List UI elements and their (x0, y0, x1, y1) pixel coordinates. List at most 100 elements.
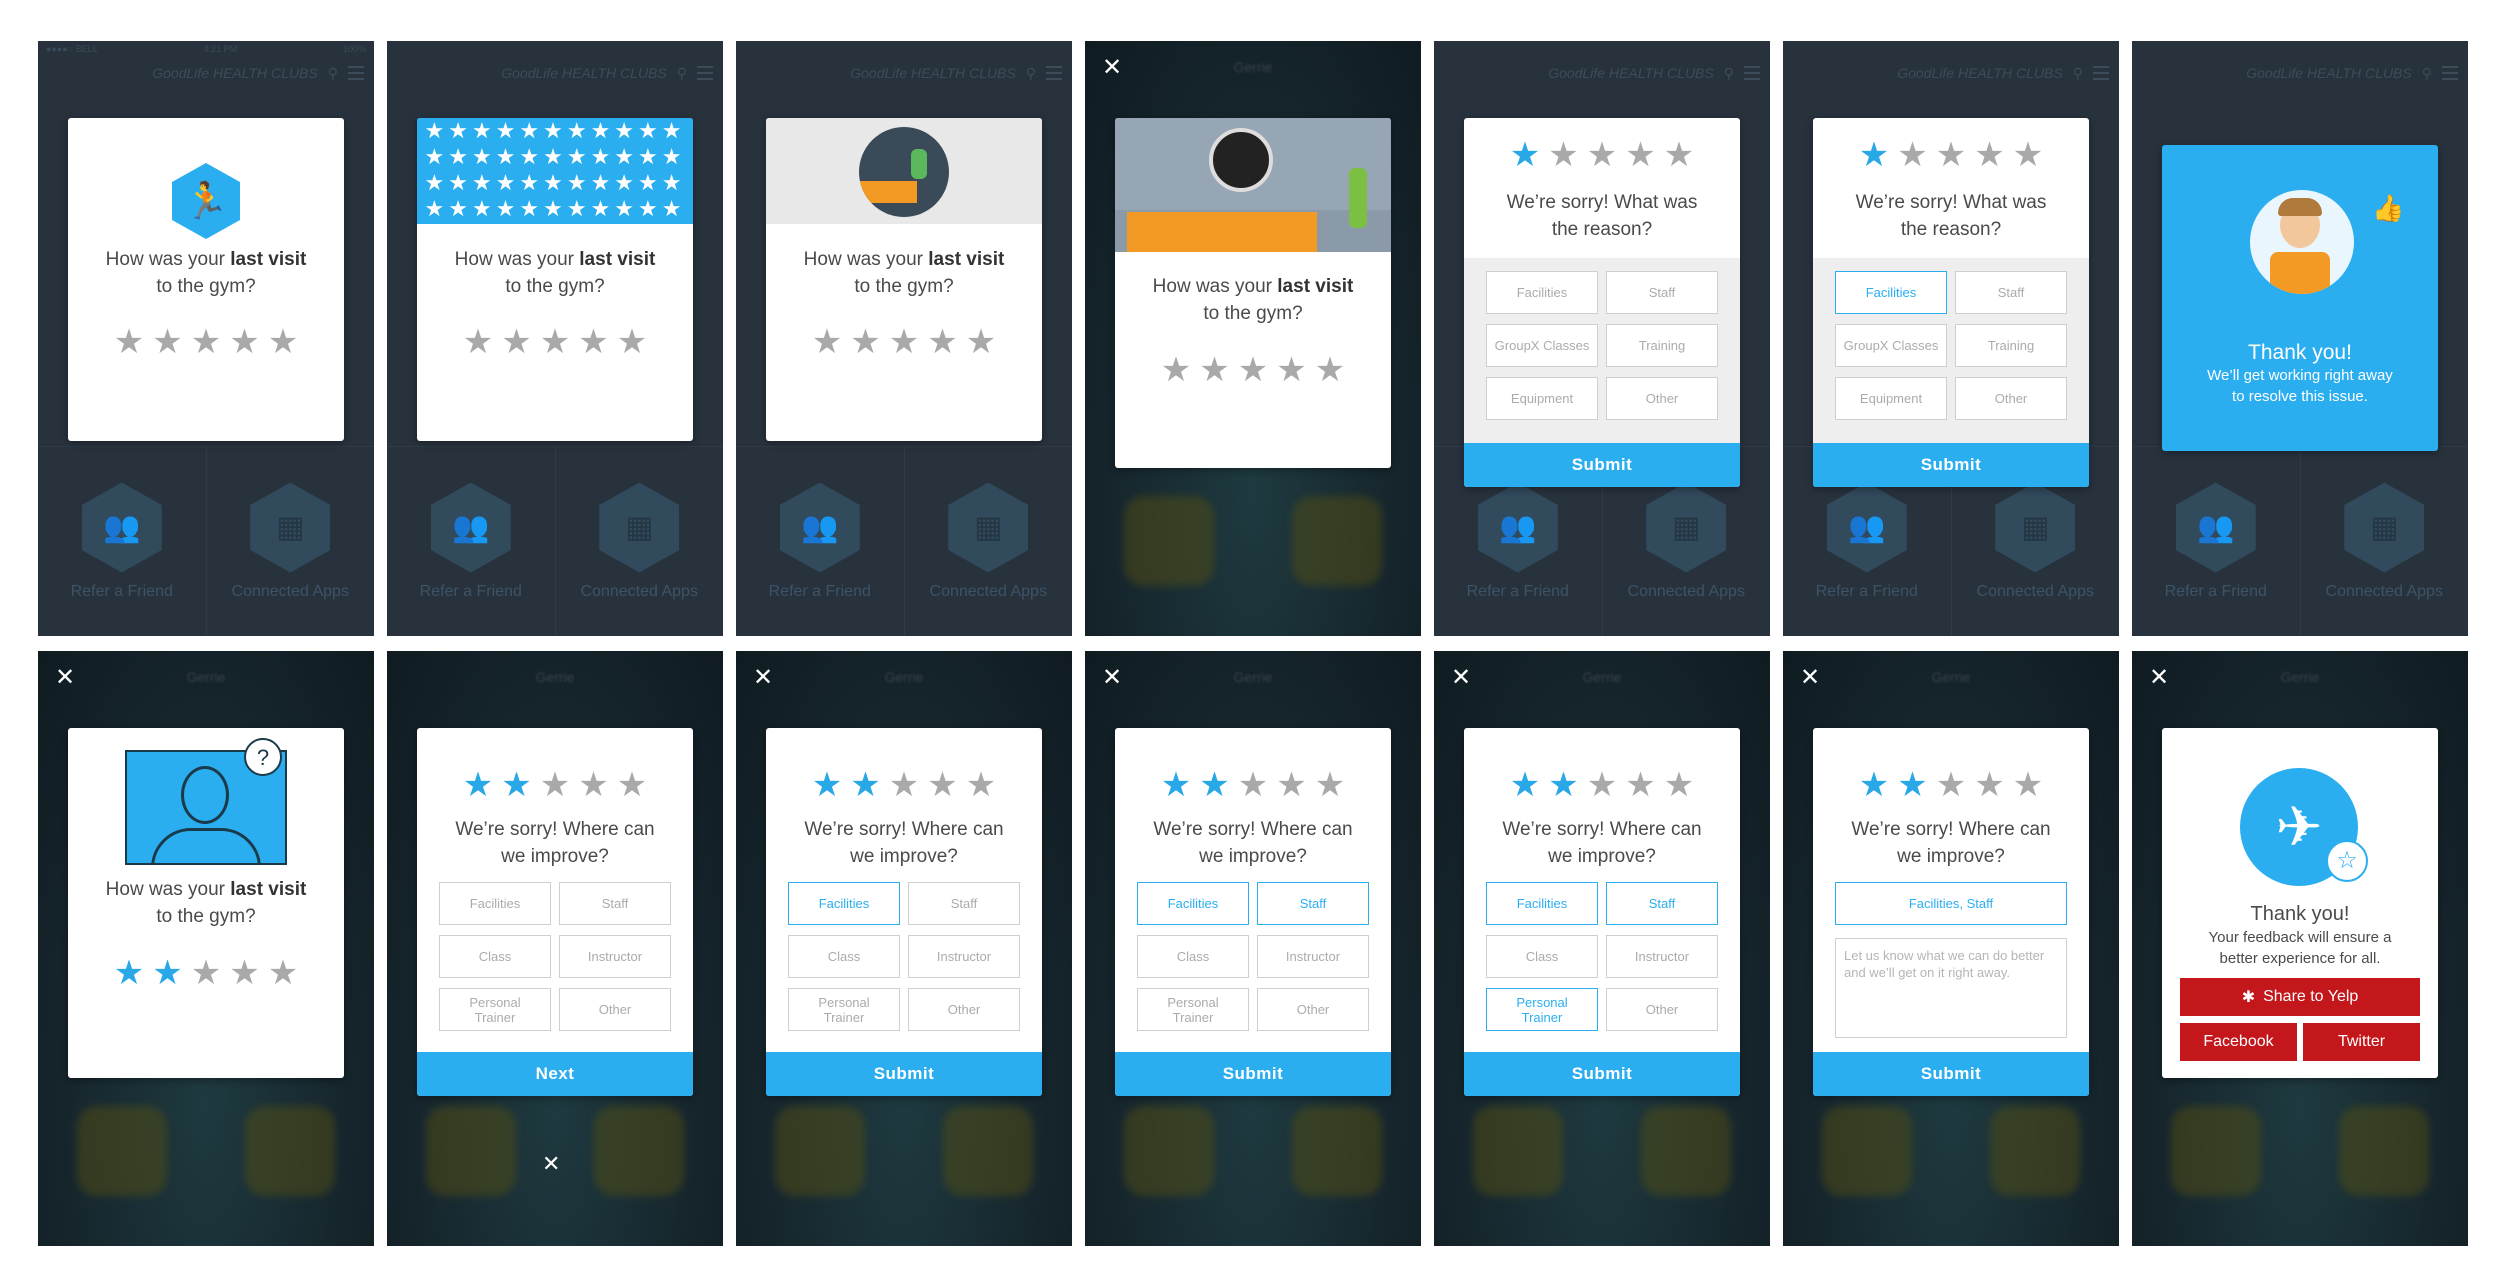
close-icon[interactable]: ✕ (2146, 665, 2172, 691)
star-rating[interactable]: ★ ★ ★ ★ ★ (68, 325, 344, 359)
star-rating[interactable]: ★ ★ ★ ★ ★ (417, 325, 693, 359)
option-facilities[interactable]: Facilities (1835, 271, 1947, 314)
option-class[interactable]: Class (788, 935, 900, 978)
star-icon[interactable]: ★ (1859, 768, 1889, 802)
close-icon[interactable]: ✕ (542, 1151, 560, 1177)
close-icon[interactable]: ✕ (1099, 55, 1125, 81)
option-class[interactable]: Class (439, 935, 551, 978)
star-icon[interactable]: ★ (1625, 768, 1655, 802)
option-facilities[interactable]: Facilities (439, 882, 551, 925)
submit-button[interactable]: Submit (1813, 443, 2089, 487)
option-equipment[interactable]: Equipment (1835, 377, 1947, 420)
submit-button[interactable]: Submit (1464, 1052, 1740, 1096)
star-icon[interactable]: ★ (1315, 768, 1345, 802)
star-icon[interactable]: ★ (889, 768, 919, 802)
close-icon[interactable]: ✕ (1099, 665, 1125, 691)
star-icon[interactable]: ★ (889, 325, 919, 359)
star-icon[interactable]: ★ (1276, 353, 1306, 387)
star-icon[interactable]: ★ (812, 325, 842, 359)
star-icon[interactable]: ★ (1936, 138, 1966, 172)
option-groupx-classes[interactable]: GroupX Classes (1835, 324, 1947, 367)
star-icon[interactable]: ★ (1199, 353, 1229, 387)
menu-icon[interactable] (697, 66, 713, 80)
close-icon[interactable]: ✕ (750, 665, 776, 691)
submit-button[interactable]: Submit (1813, 1052, 2089, 1096)
option-instructor[interactable]: Instructor (1257, 935, 1369, 978)
star-icon[interactable]: ★ (812, 768, 842, 802)
option-facilities[interactable]: Facilities (1486, 882, 1598, 925)
star-icon[interactable]: ★ (191, 956, 221, 990)
star-icon[interactable]: ★ (1625, 138, 1655, 172)
star-icon[interactable]: ★ (1510, 138, 1540, 172)
kettlebell-icon[interactable]: ⚲ (328, 65, 338, 82)
star-icon[interactable]: ★ (578, 325, 608, 359)
selected-options-summary[interactable]: Facilities, Staff (1835, 882, 2067, 925)
star-icon[interactable]: ★ (1664, 138, 1694, 172)
connected-apps-tile[interactable]: ▦ Connected Apps (205, 446, 374, 636)
option-other[interactable]: Other (908, 988, 1020, 1031)
option-facilities[interactable]: Facilities (788, 882, 900, 925)
option-staff[interactable]: Staff (1955, 271, 2067, 314)
star-icon[interactable]: ★ (229, 956, 259, 990)
star-icon[interactable]: ★ (2013, 138, 2043, 172)
kettlebell-icon[interactable]: ⚲ (1724, 65, 1734, 82)
star-rating[interactable]: ★ ★ ★ ★ ★ (766, 325, 1042, 359)
star-rating[interactable]: ★ ★ ★ ★ ★ (1464, 138, 1740, 172)
star-icon[interactable]: ★ (1974, 138, 2004, 172)
star-icon[interactable]: ★ (191, 325, 221, 359)
option-instructor[interactable]: Instructor (559, 935, 671, 978)
option-groupx-classes[interactable]: GroupX Classes (1486, 324, 1598, 367)
connected-apps-tile[interactable]: ▦ Connected Apps (554, 446, 723, 636)
star-icon[interactable]: ★ (1587, 768, 1617, 802)
option-instructor[interactable]: Instructor (1606, 935, 1718, 978)
star-icon[interactable]: ★ (152, 325, 182, 359)
star-icon[interactable]: ★ (966, 768, 996, 802)
option-facilities[interactable]: Facilities (1137, 882, 1249, 925)
star-icon[interactable]: ★ (1936, 768, 1966, 802)
star-icon[interactable]: ★ (1199, 768, 1229, 802)
star-icon[interactable]: ★ (850, 325, 880, 359)
refer-friend-tile[interactable]: 👥 Refer a Friend (38, 446, 206, 636)
connected-apps-tile[interactable]: ▦ Connected Apps (903, 446, 1072, 636)
option-class[interactable]: Class (1486, 935, 1598, 978)
star-rating[interactable]: ★ ★ ★ ★ ★ (68, 956, 344, 990)
option-other[interactable]: Other (1257, 988, 1369, 1031)
star-rating[interactable]: ★ ★ ★ ★ ★ (1464, 768, 1740, 802)
star-icon[interactable]: ★ (1510, 768, 1540, 802)
star-icon[interactable]: ★ (578, 768, 608, 802)
option-personal-trainer[interactable]: Personal Trainer (1137, 988, 1249, 1031)
star-icon[interactable]: ★ (229, 325, 259, 359)
submit-button[interactable]: Submit (766, 1052, 1042, 1096)
star-icon[interactable]: ★ (1897, 138, 1927, 172)
feedback-textarea[interactable]: Let us know what we can do better and we… (1835, 938, 2067, 1038)
option-staff[interactable]: Staff (908, 882, 1020, 925)
star-rating[interactable]: ★ ★ ★ ★ ★ (417, 768, 693, 802)
star-rating[interactable]: ★ ★ ★ ★ ★ (1813, 768, 2089, 802)
star-icon[interactable]: ★ (1548, 768, 1578, 802)
star-icon[interactable]: ★ (1161, 353, 1191, 387)
option-equipment[interactable]: Equipment (1486, 377, 1598, 420)
option-staff[interactable]: Staff (559, 882, 671, 925)
star-icon[interactable]: ★ (927, 325, 957, 359)
star-icon[interactable]: ★ (966, 325, 996, 359)
menu-icon[interactable] (1744, 66, 1760, 80)
kettlebell-icon[interactable]: ⚲ (2422, 65, 2432, 82)
star-icon[interactable]: ★ (1161, 768, 1191, 802)
option-staff[interactable]: Staff (1606, 271, 1718, 314)
star-icon[interactable]: ★ (1548, 138, 1578, 172)
submit-button[interactable]: Submit (1115, 1052, 1391, 1096)
star-icon[interactable]: ★ (540, 768, 570, 802)
star-icon[interactable]: ★ (1276, 768, 1306, 802)
submit-button[interactable]: Submit (1464, 443, 1740, 487)
close-icon[interactable]: ✕ (1797, 665, 1823, 691)
star-icon[interactable]: ★ (927, 768, 957, 802)
option-personal-trainer[interactable]: Personal Trainer (788, 988, 900, 1031)
connected-apps-tile[interactable]: ▦ Connected Apps (2299, 446, 2468, 636)
close-icon[interactable]: ✕ (1448, 665, 1474, 691)
option-staff[interactable]: Staff (1606, 882, 1718, 925)
close-icon[interactable]: ✕ (52, 665, 78, 691)
star-rating[interactable]: ★ ★ ★ ★ ★ (1115, 353, 1391, 387)
star-icon[interactable]: ★ (1974, 768, 2004, 802)
option-staff[interactable]: Staff (1257, 882, 1369, 925)
refer-friend-tile[interactable]: 👥 Refer a Friend (2132, 446, 2300, 636)
